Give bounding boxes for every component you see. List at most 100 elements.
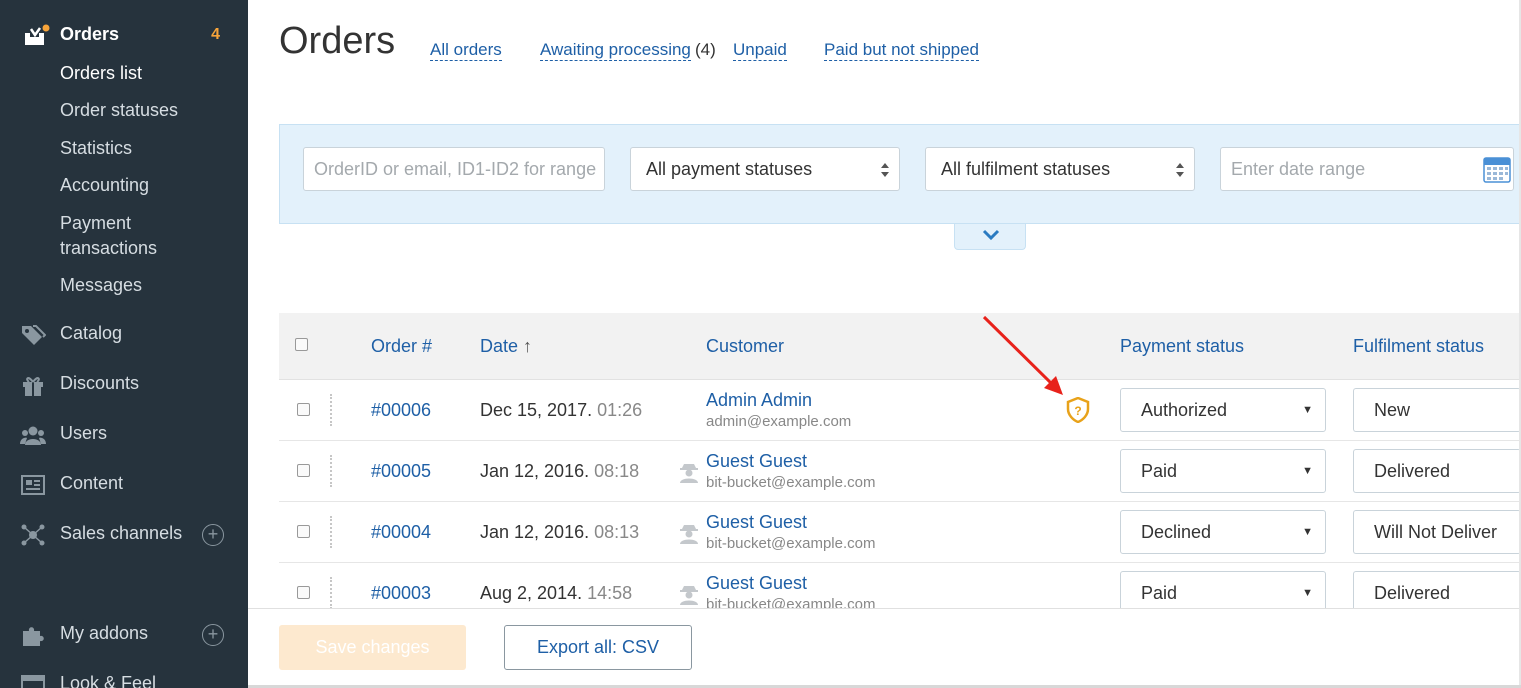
order-number-link[interactable]: #00005 (371, 461, 431, 482)
sidebar-item-sales-channels[interactable]: Sales channels + (20, 520, 230, 550)
sort-ascending-icon: ↑ (523, 336, 533, 356)
payment-status-value: Authorized (1141, 400, 1228, 420)
column-payment-status[interactable]: Payment status (1120, 336, 1244, 357)
orders-inbox-icon (25, 24, 50, 45)
order-date-time: 14:58 (587, 583, 633, 603)
drag-handle[interactable] (330, 516, 332, 548)
sidebar-orders-title: Orders (60, 24, 120, 44)
network-icon (21, 524, 45, 546)
sidebar-item-accounting[interactable]: Accounting (60, 173, 149, 198)
tab-all-orders[interactable]: All orders (430, 40, 502, 61)
puzzle-icon (23, 627, 44, 646)
content-icon (21, 475, 45, 495)
sidebar-item-label: Look & Feel (60, 673, 157, 688)
select-arrows-icon (1176, 163, 1184, 177)
sidebar: Orders 4 Orders list Order statuses Stat… (0, 0, 248, 688)
customer-email: bit-bucket@example.com (706, 535, 876, 552)
customer-name-link[interactable]: Guest Guest (706, 573, 807, 594)
tab-awaiting-processing[interactable]: Awaiting processing (540, 40, 691, 61)
sidebar-item-orders-list[interactable]: Orders list (60, 61, 142, 86)
date-range-input[interactable]: Enter date range (1220, 147, 1514, 191)
customer-name-link[interactable]: Guest Guest (706, 512, 807, 533)
page-title: Orders (279, 20, 396, 62)
fulfilment-status-filter[interactable]: All fulfilment statuses (925, 147, 1195, 191)
column-fulfilment-status[interactable]: Fulfilment status (1353, 336, 1484, 357)
table-row: #00005 Jan 12, 2016. 08:18 Guest Guest b… (279, 441, 1521, 502)
sidebar-item-payment-transactions[interactable]: Payment transactions (60, 211, 190, 261)
caret-down-icon: ▼ (1302, 526, 1313, 538)
gift-icon (23, 377, 43, 396)
order-date: Jan 12, 2016. 08:18 (480, 461, 639, 482)
export-csv-button[interactable]: Export all: CSV (504, 625, 692, 670)
row-checkbox[interactable] (297, 464, 310, 477)
payment-status-value: Paid (1141, 583, 1178, 603)
sidebar-item-users[interactable]: Users (20, 420, 230, 450)
sidebar-item-statistics[interactable]: Statistics (60, 136, 132, 161)
column-date[interactable]: Date ↑ (480, 336, 532, 357)
fraud-warning-shield-icon[interactable]: ? (1066, 397, 1090, 423)
payment-status-select[interactable]: Authorized ▼ (1120, 388, 1326, 432)
add-addon-button[interactable]: + (202, 624, 224, 646)
sidebar-item-my-addons[interactable]: My addons + (20, 620, 230, 650)
fulfilment-status-select[interactable]: Delivered (1353, 449, 1521, 493)
guest-user-icon (680, 586, 698, 605)
row-checkbox[interactable] (297, 586, 310, 599)
caret-down-icon: ▼ (1302, 465, 1313, 477)
sidebar-item-content[interactable]: Content (20, 470, 230, 500)
fulfilment-status-value: New (1374, 400, 1411, 420)
column-order-number[interactable]: Order # (371, 336, 432, 357)
sidebar-item-catalog[interactable]: Catalog (20, 320, 230, 350)
table-row: #00004 Jan 12, 2016. 08:13 Guest Guest b… (279, 502, 1521, 563)
sidebar-item-look-and-feel[interactable]: Look & Feel (20, 670, 230, 688)
payment-status-select[interactable]: Declined ▼ (1120, 510, 1326, 554)
sidebar-item-discounts[interactable]: Discounts (20, 370, 230, 400)
main-content: Orders All orders Awaiting processing (4… (248, 0, 1521, 688)
payment-status-select[interactable]: Paid ▼ (1120, 449, 1326, 493)
add-sales-channel-button[interactable]: + (202, 524, 224, 546)
orders-count-badge: 4 (211, 26, 220, 43)
customer-name-link[interactable]: Admin Admin (706, 390, 812, 411)
customer-name-link[interactable]: Guest Guest (706, 451, 807, 472)
sidebar-orders-header[interactable]: Orders 4 (20, 22, 230, 50)
row-checkbox[interactable] (297, 403, 310, 416)
customer-email: admin@example.com (706, 413, 852, 430)
drag-handle[interactable] (330, 394, 332, 426)
save-changes-button[interactable]: Save changes (279, 625, 466, 670)
select-arrows-icon (881, 163, 889, 177)
order-number-link[interactable]: #00006 (371, 400, 431, 421)
table-header: Order # Date ↑ Customer Payment status F… (279, 313, 1521, 380)
tags-icon (22, 325, 46, 345)
calendar-icon[interactable] (1483, 155, 1511, 183)
fulfilment-status-select[interactable]: New (1353, 388, 1521, 432)
sidebar-item-label: Sales channels (60, 523, 183, 543)
order-number-link[interactable]: #00004 (371, 522, 431, 543)
fulfilment-status-filter-value: All fulfilment statuses (941, 159, 1111, 179)
order-number-link[interactable]: #00003 (371, 583, 431, 604)
tab-unpaid[interactable]: Unpaid (733, 40, 787, 61)
sidebar-item-label: Content (60, 473, 124, 493)
select-all-checkbox[interactable] (295, 338, 308, 351)
order-date-time: 01:26 (597, 400, 643, 420)
action-footer: Save changes Export all: CSV (248, 608, 1521, 688)
users-icon (20, 426, 46, 445)
column-customer[interactable]: Customer (706, 336, 784, 357)
table-row: #00006 Dec 15, 2017. 01:26 Admin Admin a… (279, 380, 1521, 441)
order-date-day: Aug 2, 2014. (480, 583, 583, 603)
fulfilment-status-select[interactable]: Will Not Deliver (1353, 510, 1521, 554)
awaiting-count: (4) (695, 40, 716, 59)
payment-status-filter[interactable]: All payment statuses (630, 147, 900, 191)
tab-paid-not-shipped[interactable]: Paid but not shipped (824, 40, 980, 61)
order-date: Dec 15, 2017. 01:26 (480, 400, 642, 421)
row-checkbox[interactable] (297, 525, 310, 538)
payment-status-value: Paid (1141, 461, 1178, 481)
drag-handle[interactable] (330, 577, 332, 609)
sidebar-item-messages[interactable]: Messages (60, 273, 142, 298)
sidebar-item-order-statuses[interactable]: Order statuses (60, 98, 178, 123)
order-date-day: Jan 12, 2016. (480, 461, 590, 481)
sidebar-item-label: My addons (60, 623, 149, 643)
order-search-input[interactable]: OrderID or email, ID1-ID2 for range (303, 147, 605, 191)
order-date-day: Jan 12, 2016. (480, 522, 590, 542)
svg-text:?: ? (1074, 404, 1081, 418)
expand-filters-button[interactable] (954, 224, 1026, 250)
drag-handle[interactable] (330, 455, 332, 487)
